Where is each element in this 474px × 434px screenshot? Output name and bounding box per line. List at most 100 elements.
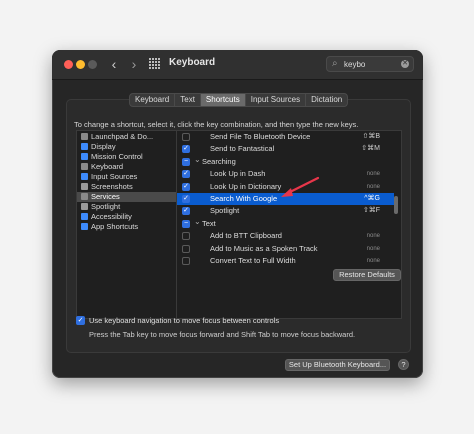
shortcut-row[interactable]: ✓ Send to Fantastical ⇧⌘M <box>177 143 394 155</box>
shortcut-enable-checkbox[interactable] <box>182 232 190 241</box>
chevron-left-icon[interactable]: ‹ <box>107 56 121 72</box>
window-title: Keyboard <box>169 57 216 68</box>
category-label: Launchpad & Do... <box>91 132 154 141</box>
app-shortcuts-icon <box>81 223 88 230</box>
shortcut-row[interactable]: Convert Text to Full Width none <box>177 255 394 267</box>
tab-input-sources[interactable]: Input Sources <box>246 94 307 106</box>
keyboard-navigation-description: Press the Tab key to move focus forward … <box>89 330 356 339</box>
category-label: Mission Control <box>91 152 143 161</box>
mission-control-icon <box>81 153 88 160</box>
shortcut-enable-checkbox[interactable] <box>182 244 190 253</box>
keyboard-icon <box>81 163 88 170</box>
category-item-services[interactable]: Services <box>77 192 177 202</box>
clear-icon[interactable]: ✕ <box>401 60 409 68</box>
shortcut-list-scrollbar[interactable] <box>394 196 398 214</box>
category-label: Screenshots <box>91 182 133 191</box>
shortcut-label: Look Up in Dash <box>210 169 266 179</box>
preference-tabs: Keyboard Text Shortcuts Input Sources Dictat… <box>129 93 349 107</box>
shortcut-label: Spotlight <box>210 206 240 216</box>
chevron-down-icon[interactable]: ⌄ <box>194 154 201 166</box>
category-label: Input Sources <box>91 172 138 181</box>
chevron-down-icon[interactable]: ⌄ <box>194 216 201 228</box>
tab-shortcuts[interactable]: Shortcuts <box>200 94 246 106</box>
shortcut-key-combination[interactable]: none <box>367 255 380 267</box>
group-toggle-checkbox[interactable]: − <box>182 157 190 166</box>
category-item-keyboard[interactable]: Keyboard <box>77 162 177 172</box>
shortcut-key-combination[interactable]: none <box>367 230 380 242</box>
search-input[interactable] <box>344 58 396 70</box>
category-item-display[interactable]: Display <box>77 142 177 152</box>
help-button[interactable]: ? <box>398 359 409 370</box>
shortcut-enable-checkbox[interactable] <box>182 133 190 141</box>
keyboard-navigation-label: Use keyboard navigation to move focus be… <box>89 316 280 325</box>
category-label: Keyboard <box>91 162 124 171</box>
shortcut-row[interactable]: ✓ Spotlight ⇧⌘F <box>177 205 394 217</box>
tab-dictation[interactable]: Dictation <box>306 94 347 106</box>
chevron-right-icon[interactable]: › <box>127 56 141 72</box>
tab-text[interactable]: Text <box>175 94 201 106</box>
shortcut-key-combination[interactable]: none <box>367 181 380 193</box>
restore-defaults-button[interactable]: Restore Defaults <box>333 269 401 281</box>
shortcut-label: Convert Text to Full Width <box>210 256 296 265</box>
instruction-text: To change a shortcut, select it, click t… <box>74 120 359 129</box>
shortcut-key-combination[interactable]: none <box>367 243 380 255</box>
shortcut-row[interactable]: Add to BTT Clipboard none <box>177 230 394 242</box>
shortcut-key-combination[interactable]: ⇧⌘M <box>361 143 380 155</box>
shortcut-group-text[interactable]: − ⌄ Text <box>177 216 394 230</box>
screenshot-root: { "window": { "title": "Keyboard", "sear… <box>0 0 474 434</box>
category-item-screenshots[interactable]: Screenshots <box>77 182 177 192</box>
shortcut-enable-checkbox[interactable]: ✓ <box>182 182 190 191</box>
shortcut-row[interactable]: ✓ Search With Google ^⌘G <box>177 193 394 205</box>
services-gear-icon <box>81 193 88 200</box>
accessibility-icon <box>81 213 88 220</box>
shortcut-key-combination[interactable]: ^⌘G <box>364 193 380 205</box>
category-item-spotlight[interactable]: Spotlight <box>77 202 177 212</box>
shortcut-row[interactable]: ✓ Look Up in Dash none <box>177 168 394 180</box>
shortcut-key-combination[interactable]: ⇧⌘F <box>363 205 380 217</box>
shortcut-label: Add to BTT Clipboard <box>210 231 282 241</box>
category-label: Services <box>91 192 120 201</box>
set-up-bluetooth-keyboard-button[interactable]: Set Up Bluetooth Keyboard... <box>285 359 390 371</box>
shortcut-label: Search With Google <box>210 194 278 203</box>
category-label: Accessibility <box>91 212 132 221</box>
category-item-accessibility[interactable]: Accessibility <box>77 212 177 222</box>
category-item-app-shortcuts[interactable]: App Shortcuts <box>77 222 177 232</box>
screenshots-icon <box>81 183 88 190</box>
shortcut-row[interactable]: Add to Music as a Spoken Track none <box>177 243 394 255</box>
search-icon: ⌕ <box>332 58 338 69</box>
shortcut-group-searching[interactable]: − ⌄ Searching <box>177 154 394 168</box>
shortcut-enable-checkbox[interactable]: ✓ <box>182 145 190 154</box>
shortcut-key-combination[interactable]: ⇧⌘B <box>362 131 380 143</box>
shortcut-enable-checkbox[interactable]: ✓ <box>182 195 190 203</box>
group-toggle-checkbox[interactable]: − <box>182 219 190 228</box>
zoom-window-button[interactable] <box>88 60 97 69</box>
search-field[interactable]: ⌕ ✕ <box>326 56 414 72</box>
category-label: App Shortcuts <box>91 222 139 231</box>
shortcut-label: Look Up in Dictionary <box>210 181 282 191</box>
tab-keyboard[interactable]: Keyboard <box>130 94 176 106</box>
shortcut-key-combination[interactable]: none <box>367 168 380 180</box>
launchpad-icon <box>81 133 88 140</box>
category-item-launchpad-do[interactable]: Launchpad & Do... <box>77 132 177 142</box>
shortcut-label: Send File To Bluetooth Device <box>210 132 311 141</box>
group-label: Text <box>202 218 216 228</box>
category-item-input-sources[interactable]: Input Sources <box>77 172 177 182</box>
group-label: Searching <box>202 156 236 166</box>
keyboard-navigation-checkbox[interactable]: ✓ <box>76 316 85 325</box>
category-item-mission-control[interactable]: Mission Control <box>77 152 177 162</box>
category-label: Display <box>91 142 116 151</box>
shortcut-enable-checkbox[interactable]: ✓ <box>182 207 190 216</box>
minimize-window-button[interactable] <box>76 60 85 69</box>
shortcut-label: Send to Fantastical <box>210 144 275 154</box>
shortcut-label: Add to Music as a Spoken Track <box>210 243 318 253</box>
category-label: Spotlight <box>91 202 121 211</box>
grid-icon[interactable] <box>149 58 160 69</box>
shortcut-enable-checkbox[interactable] <box>182 257 190 265</box>
shortcut-row[interactable]: Send File To Bluetooth Device ⇧⌘B <box>177 131 394 143</box>
shortcut-list: Send File To Bluetooth Device ⇧⌘B ✓ Send to… <box>176 130 402 319</box>
category-list: Launchpad & Do... Display Mission Control K… <box>76 130 178 319</box>
shortcut-row[interactable]: ✓ Look Up in Dictionary none <box>177 181 394 193</box>
input-sources-icon <box>81 173 88 180</box>
shortcut-enable-checkbox[interactable]: ✓ <box>182 170 190 179</box>
close-window-button[interactable] <box>64 60 73 69</box>
